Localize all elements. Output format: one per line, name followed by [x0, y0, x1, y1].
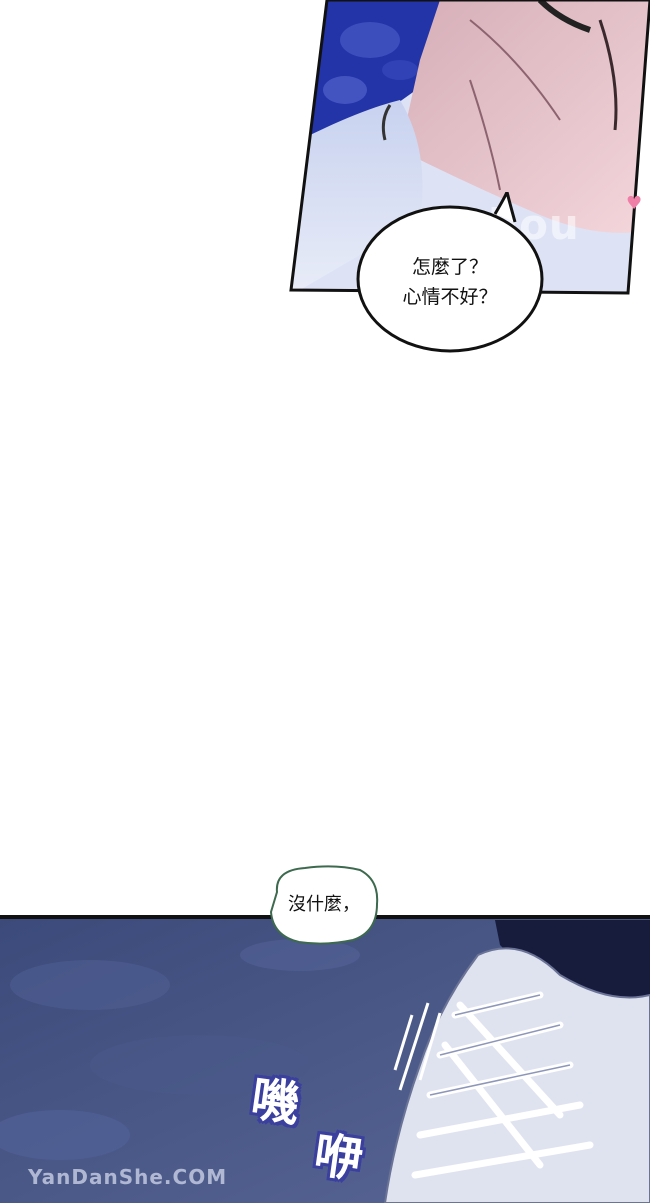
heart-icon: ♥ [626, 193, 643, 214]
speech-bubble-text: 怎麼了？ 心情不好？ [402, 256, 498, 308]
top-comic-panel [289, 0, 650, 295]
small-speech-bubble-text: 沒什麼， [288, 894, 360, 915]
site-watermark: YanDanShe.COM [28, 1165, 228, 1189]
sound-effect-part1: 嘰 [247, 1070, 303, 1134]
sound-effect-part2: 咿 [310, 1126, 366, 1190]
